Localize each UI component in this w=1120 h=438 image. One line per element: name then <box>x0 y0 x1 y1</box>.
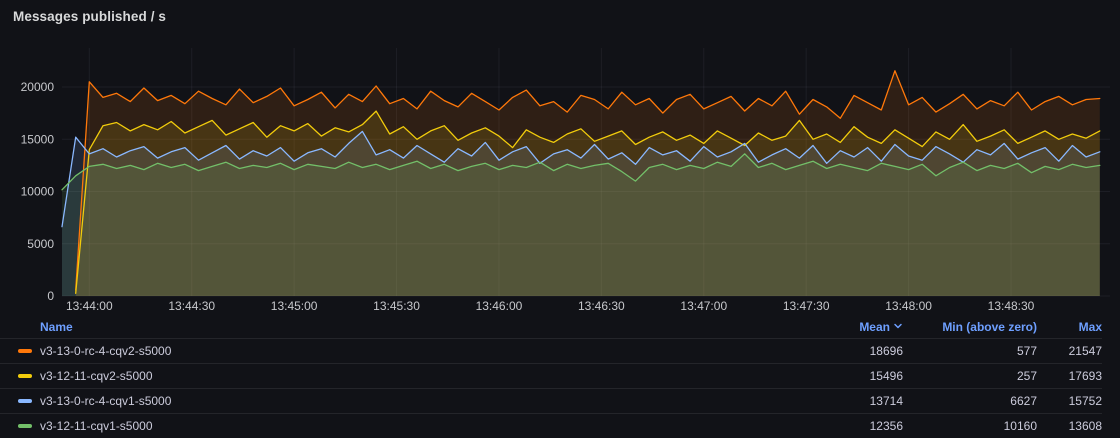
max-value: 15752 <box>1037 394 1102 408</box>
max-value: 13608 <box>1037 419 1102 433</box>
series-name: v3-12-11-cqv1-s5000 <box>40 419 153 433</box>
grafana-panel: Messages published / s 0 5000 10000 15000 20… <box>0 0 1120 438</box>
svg-text:13:44:00: 13:44:00 <box>66 299 113 313</box>
min-value: 257 <box>903 369 1037 383</box>
svg-text:13:47:30: 13:47:30 <box>783 299 830 313</box>
series-name: v3-13-0-rc-4-cqv2-s5000 <box>40 344 171 358</box>
legend-row-4[interactable]: v3-12-11-cqv1-s5000 12356 10160 13608 <box>0 413 1102 438</box>
legend-item[interactable]: v3-12-11-cqv2-s5000 <box>0 369 823 383</box>
svg-text:15000: 15000 <box>21 132 55 146</box>
legend-col-min[interactable]: Min (above zero) <box>903 320 1037 334</box>
svg-text:13:46:00: 13:46:00 <box>476 299 523 313</box>
mean-value: 12356 <box>823 419 903 433</box>
svg-text:13:47:00: 13:47:00 <box>680 299 727 313</box>
series-swatch <box>18 374 32 378</box>
series-name: v3-13-0-rc-4-cqv1-s5000 <box>40 394 171 408</box>
svg-text:13:45:00: 13:45:00 <box>271 299 318 313</box>
mean-value: 18696 <box>823 344 903 358</box>
legend-row-3[interactable]: v3-13-0-rc-4-cqv1-s5000 13714 6627 15752 <box>0 388 1102 413</box>
legend-item[interactable]: v3-13-0-rc-4-cqv1-s5000 <box>0 394 823 408</box>
mean-value: 13714 <box>823 394 903 408</box>
svg-text:13:48:00: 13:48:00 <box>885 299 932 313</box>
panel-header: Messages published / s <box>0 0 1120 33</box>
svg-text:13:48:30: 13:48:30 <box>988 299 1035 313</box>
svg-text:13:46:30: 13:46:30 <box>578 299 625 313</box>
legend-col-name-label: Name <box>40 320 73 334</box>
svg-text:13:45:30: 13:45:30 <box>373 299 420 313</box>
legend-row-1[interactable]: v3-13-0-rc-4-cqv2-s5000 18696 577 21547 <box>0 338 1102 363</box>
legend-row-2[interactable]: v3-12-11-cqv2-s5000 15496 257 17693 <box>0 363 1102 388</box>
min-value: 10160 <box>903 419 1037 433</box>
svg-text:5000: 5000 <box>27 237 54 251</box>
legend-header-row: Name Mean Min (above zero) Max <box>0 316 1102 338</box>
min-value: 577 <box>903 344 1037 358</box>
panel-title[interactable]: Messages published / s <box>13 9 166 24</box>
legend-col-max[interactable]: Max <box>1037 320 1102 334</box>
legend-col-mean[interactable]: Mean <box>823 320 903 334</box>
series-swatch <box>18 399 32 403</box>
sort-caret-down-icon <box>893 320 903 334</box>
min-value: 6627 <box>903 394 1037 408</box>
svg-text:20000: 20000 <box>21 80 55 94</box>
svg-text:0: 0 <box>47 289 54 303</box>
mean-value: 15496 <box>823 369 903 383</box>
max-value: 17693 <box>1037 369 1102 383</box>
svg-text:10000: 10000 <box>21 185 55 199</box>
chart-svg: 0 5000 10000 15000 20000 13:44:00 13:44:30 13:4… <box>0 33 1120 316</box>
legend-item[interactable]: v3-13-0-rc-4-cqv2-s5000 <box>0 344 823 358</box>
legend-item[interactable]: v3-12-11-cqv1-s5000 <box>0 419 823 433</box>
series-swatch <box>18 424 32 428</box>
svg-text:13:44:30: 13:44:30 <box>168 299 215 313</box>
legend-col-mean-label: Mean <box>859 320 890 334</box>
max-value: 21547 <box>1037 344 1102 358</box>
legend-col-name[interactable]: Name <box>0 320 823 334</box>
series-swatch <box>18 349 32 353</box>
time-series-chart[interactable]: 0 5000 10000 15000 20000 13:44:00 13:44:30 13:4… <box>0 33 1120 316</box>
series-name: v3-12-11-cqv2-s5000 <box>40 369 153 383</box>
legend-table: Name Mean Min (above zero) Max v3-13-0-r… <box>0 316 1120 438</box>
